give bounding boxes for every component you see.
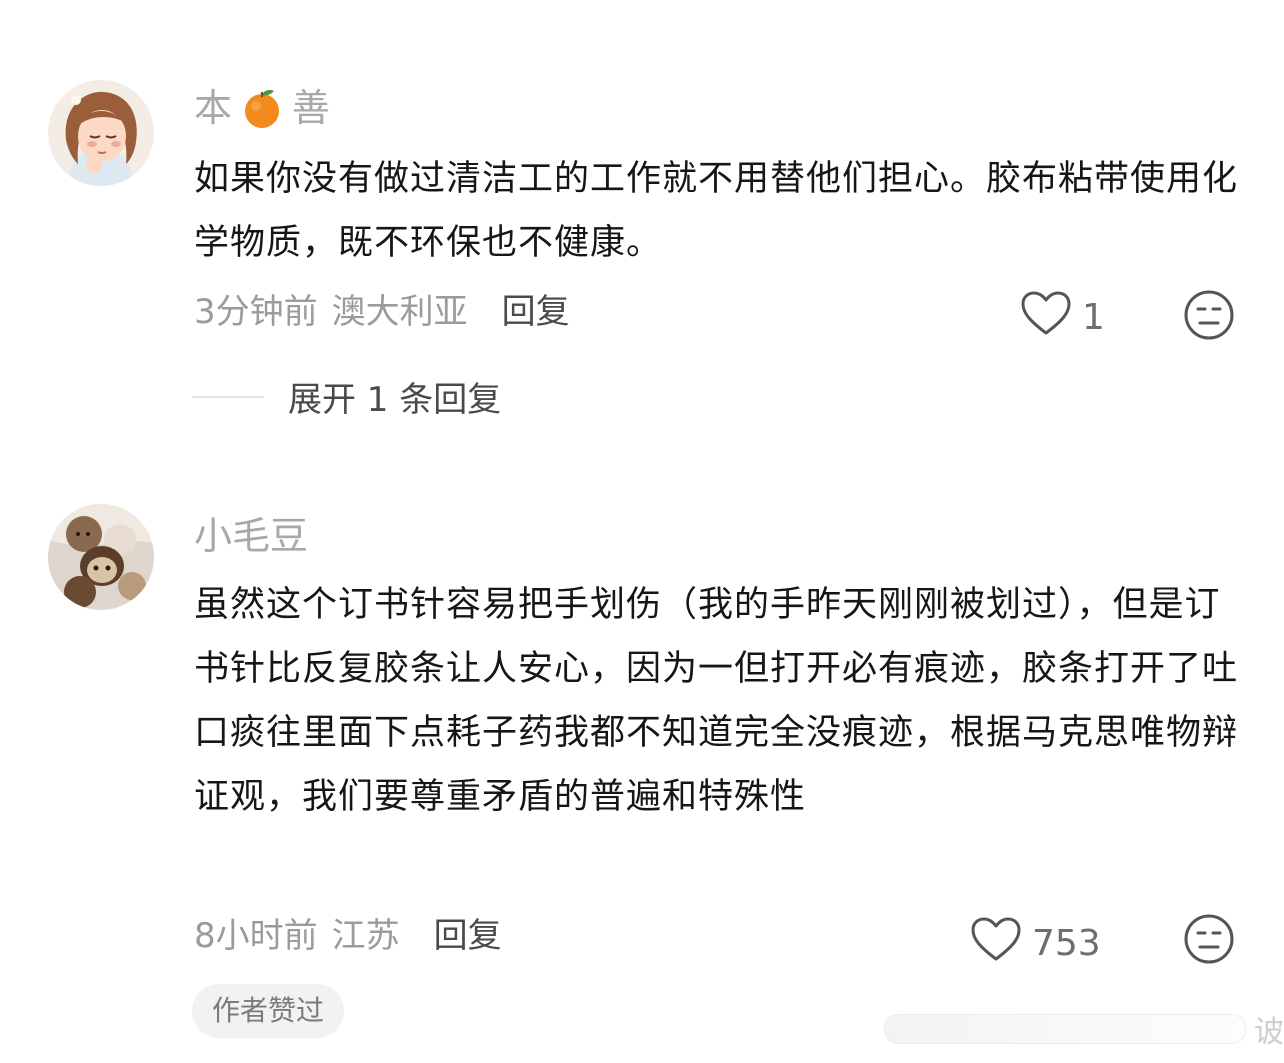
comment-text: 虽然这个订书针容易把手划伤（我的手昨天刚刚被划过），但是订书针比反复胶条让人安心…: [194, 585, 1239, 817]
watermark: 诐: [884, 1009, 1284, 1050]
like-button[interactable]: 753: [970, 916, 1101, 971]
watermark-bar: [884, 1014, 1246, 1044]
timestamp: 8小时前: [194, 916, 318, 956]
location: 江苏: [331, 916, 400, 956]
heart-icon: [970, 916, 1022, 971]
watermark-text: 诐: [1254, 1015, 1284, 1050]
like-count: 753: [1032, 923, 1101, 964]
reply-button[interactable]: 回复: [434, 914, 502, 958]
comment-item: 小毛豆 虽然这个订书针容易把手划伤（我的手昨天刚刚被划过），但是订书针比反复胶条…: [0, 0, 1284, 1063]
avatar[interactable]: [48, 504, 154, 610]
comment-meta: 8小时前 江苏 回复: [194, 914, 502, 958]
username[interactable]: 小毛豆: [194, 514, 308, 558]
author-liked-badge: 作者赞过: [192, 984, 345, 1038]
emoji-reaction-icon[interactable]: [1183, 913, 1235, 965]
